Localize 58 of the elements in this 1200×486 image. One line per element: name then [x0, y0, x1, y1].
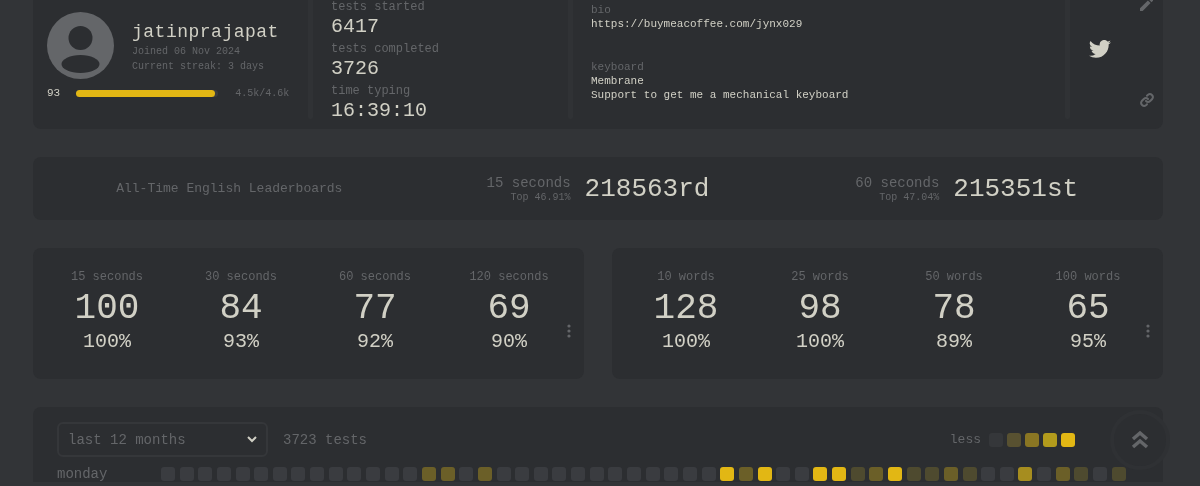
mode-label: 50 words: [925, 270, 983, 284]
level-number: 93: [47, 87, 61, 99]
range-dropdown[interactable]: last 12 months: [57, 422, 268, 457]
accuracy-value: 89%: [936, 330, 972, 354]
legend-swatch: [1025, 432, 1039, 447]
detail-label: bio: [591, 4, 612, 17]
mode-label: 30 seconds: [205, 270, 277, 284]
wpm-value: 98: [798, 288, 842, 330]
chevron-down-icon: [247, 436, 257, 443]
stat-label: tests started: [331, 0, 426, 14]
mode-label: 100 words: [1055, 270, 1121, 284]
username: jatinprajapat: [132, 22, 279, 42]
avatar-icon: [47, 12, 114, 79]
rank-value: 215351st: [953, 173, 1080, 204]
wpm-value: 77: [353, 288, 397, 330]
link-icon[interactable]: [1140, 93, 1154, 107]
detail-text: Support to get me a mechanical keyboard: [591, 88, 850, 102]
wpm-value: 69: [487, 288, 531, 330]
mode-label: 120 seconds: [469, 270, 549, 284]
leaderboard-title: All-Time English Leaderboards: [115, 181, 344, 196]
mode-label: 15 seconds: [71, 270, 143, 284]
day-label: monday: [57, 466, 109, 482]
accuracy-value: 93%: [223, 330, 259, 354]
more-icon[interactable]: [1146, 324, 1150, 338]
stat-value: 3726: [331, 56, 380, 82]
wpm-value: 128: [653, 288, 719, 330]
detail-text: https://buymeacoffee.com/jynx029: [591, 17, 804, 31]
accuracy-value: 90%: [491, 330, 527, 354]
accuracy-value: 92%: [357, 330, 393, 354]
pencil-icon[interactable]: [1140, 0, 1153, 11]
detail-text: Membrane: [591, 74, 645, 88]
accuracy-value: 100%: [796, 330, 844, 354]
mode-label: 10 words: [657, 270, 715, 284]
mode-label: 60 seconds: [339, 270, 411, 284]
mode-label: 15 seconds: [486, 174, 571, 191]
wpm-value: 84: [219, 288, 263, 330]
wpm-value: 78: [932, 288, 976, 330]
more-icon[interactable]: [567, 324, 571, 338]
test-count: 3723 tests: [283, 431, 367, 448]
accuracy-value: 95%: [1070, 330, 1106, 354]
rank-value: 218563rd: [584, 173, 711, 204]
stat-label: time typing: [331, 84, 412, 98]
stat-value: 16:39:10: [331, 98, 428, 124]
accuracy-value: 100%: [83, 330, 131, 354]
legend-swatch: [1061, 432, 1075, 447]
legend-swatch: [1043, 432, 1057, 447]
mode-label: 25 words: [791, 270, 849, 284]
wpm-value: 65: [1066, 288, 1110, 330]
stat-value: 6417: [331, 14, 380, 40]
xp-text: 4.5k/4.6k: [235, 87, 290, 99]
accuracy-value: 100%: [662, 330, 710, 354]
twitter-icon[interactable]: [1089, 39, 1111, 58]
legend-swatch: [1007, 432, 1021, 447]
stat-label: tests completed: [331, 42, 441, 56]
mode-label: 60 seconds: [855, 174, 940, 191]
wpm-value: 100: [74, 288, 140, 330]
double-chevron-up-icon: [1131, 430, 1149, 450]
legend-label: less: [949, 432, 981, 447]
